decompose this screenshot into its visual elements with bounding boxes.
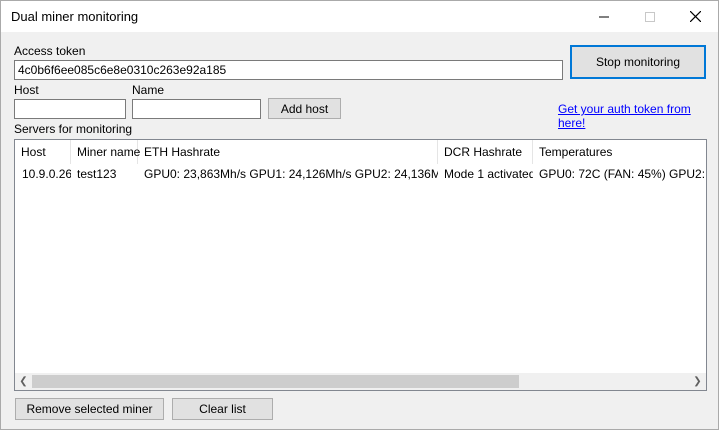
list-header: Host Miner name ETH Hashrate DCR Hashrat… xyxy=(15,140,706,164)
horizontal-scrollbar[interactable]: ❮ ❯ xyxy=(15,373,706,390)
column-eth-hashrate[interactable]: ETH Hashrate xyxy=(138,140,438,164)
cell-temperatures: GPU0: 72C (FAN: 45%) GPU2: 75C xyxy=(539,167,706,181)
name-input[interactable] xyxy=(132,99,261,119)
column-miner-name[interactable]: Miner name xyxy=(71,140,140,164)
minimize-button[interactable] xyxy=(581,1,627,32)
column-temperatures[interactable]: Temperatures xyxy=(533,140,706,164)
cell-eth-hashrate: GPU0: 23,863Mh/s GPU1: 24,126Mh/s GPU2: … xyxy=(144,167,438,181)
arrow-left-icon[interactable]: ❮ xyxy=(15,373,32,390)
add-host-button[interactable]: Add host xyxy=(268,98,341,119)
close-button[interactable] xyxy=(672,1,718,32)
name-label: Name xyxy=(132,83,165,97)
column-dcr-hashrate[interactable]: DCR Hashrate xyxy=(438,140,533,164)
maximize-icon xyxy=(645,11,655,22)
access-token-label: Access token xyxy=(14,44,86,58)
window-title: Dual miner monitoring xyxy=(11,9,139,24)
column-host[interactable]: Host xyxy=(15,140,71,164)
host-label: Host xyxy=(14,83,39,97)
arrow-right-icon[interactable]: ❯ xyxy=(689,373,706,390)
servers-label: Servers for monitoring xyxy=(14,122,133,136)
remove-selected-miner-button[interactable]: Remove selected miner xyxy=(15,398,164,420)
table-row[interactable]: 10.9.0.26 test123 GPU0: 23,863Mh/s GPU1:… xyxy=(15,164,706,182)
title-bar: Dual miner monitoring xyxy=(1,1,718,32)
host-input[interactable] xyxy=(14,99,126,119)
cell-dcr-hashrate: Mode 1 activated xyxy=(444,167,533,181)
close-icon xyxy=(689,11,701,22)
cell-host: 10.9.0.26 xyxy=(22,167,71,181)
scrollbar-thumb[interactable] xyxy=(32,375,519,388)
minimize-icon xyxy=(599,16,609,17)
cell-miner-name: test123 xyxy=(77,167,117,181)
access-token-field[interactable]: 4c0b6f6ee085c6e8e0310c263e92a185 xyxy=(14,60,563,80)
servers-list[interactable]: Host Miner name ETH Hashrate DCR Hashrat… xyxy=(14,139,707,391)
maximize-button[interactable] xyxy=(627,1,673,32)
clear-list-button[interactable]: Clear list xyxy=(172,398,273,420)
auth-token-link[interactable]: Get your auth token from here! xyxy=(558,102,718,130)
stop-monitoring-button[interactable]: Stop monitoring xyxy=(570,45,706,79)
app-window: Dual miner monitoring Access token 4c0b6… xyxy=(0,0,719,430)
